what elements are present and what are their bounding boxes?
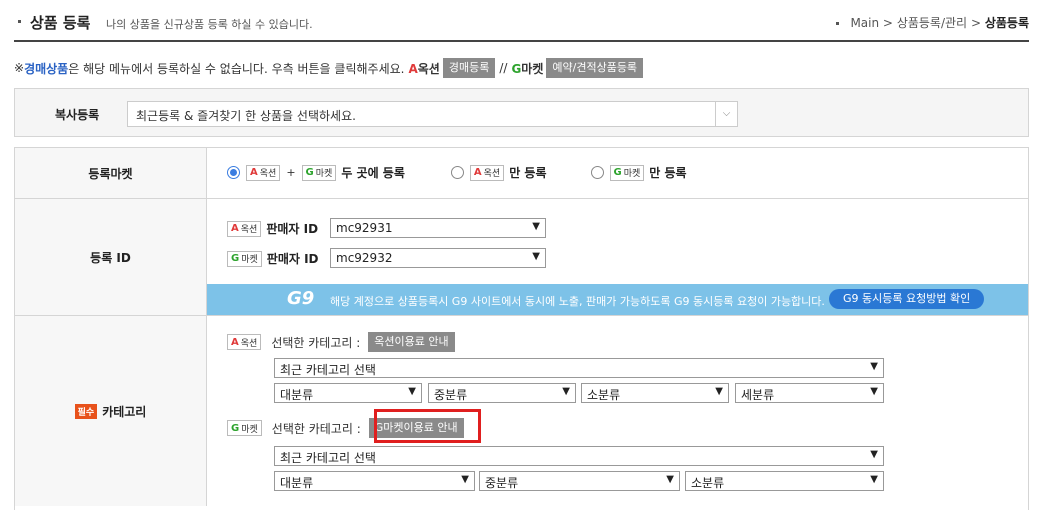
gmarket-seller-id-value: mc92932 xyxy=(336,251,393,265)
breadcrumb-registration[interactable]: 상품등록/관리 xyxy=(897,16,967,30)
highlight-box xyxy=(374,409,481,443)
copy-product-select[interactable]: 최근등록 & 즐겨찾기 한 상품을 선택하세요. ⌵ xyxy=(127,101,738,127)
auction-seller-id-select[interactable]: mc92931 ▼ xyxy=(330,218,546,238)
category-label: 카테고리 xyxy=(102,404,147,419)
breadcrumb-bullet-icon xyxy=(835,22,839,25)
chevron-down-icon: ▼ xyxy=(715,386,723,397)
copy-registration-label: 복사등록 xyxy=(55,108,100,122)
notice-prefix: ※ xyxy=(14,61,25,75)
notice-divider: // xyxy=(499,61,508,75)
auction-detail-category-select[interactable]: 세분류 ▼ xyxy=(735,383,884,403)
chevron-down-icon[interactable]: ⌵ xyxy=(715,102,737,126)
gmarket-logo-icon: G마켓 xyxy=(511,61,544,76)
chevron-down-icon: ▼ xyxy=(870,449,878,460)
gmarket-badge-icon: G 마켓 xyxy=(227,250,262,267)
product-form-table: 등록마켓 A 옥션 + G 마켓 두 곳에 등록 A 옥션 만 등록 G 마켓 만 등록… xyxy=(14,147,1029,510)
market-label: 등록마켓 xyxy=(88,166,133,181)
market-both-radio[interactable] xyxy=(227,166,240,179)
gmarket-small-category-value: 소분류 xyxy=(691,476,725,490)
market-both-label: 두 곳에 등록 xyxy=(341,166,405,180)
auction-selected-category-label: 선택한 카테고리 : xyxy=(271,335,361,350)
gmarket-recent-category-value: 최근 카테고리 선택 xyxy=(280,451,376,465)
chevron-down-icon: ▼ xyxy=(532,251,540,262)
gmarket-medium-category-select[interactable]: 중분류 ▼ xyxy=(479,471,680,491)
copy-registration-box: 복사등록 최근등록 & 즐겨찾기 한 상품을 선택하세요. ⌵ xyxy=(14,88,1029,137)
market-gmarket-only-radio[interactable] xyxy=(590,166,604,179)
gmarket-seller-id-label: 판매자 ID xyxy=(266,252,319,266)
gmarket-small-category-select[interactable]: 소분류 ▼ xyxy=(685,471,884,491)
auction-fee-guide-button[interactable]: 옥션이용료 안내 xyxy=(368,332,455,352)
required-badge: 필수 xyxy=(74,403,98,419)
market-auction-only-radio[interactable] xyxy=(450,166,464,179)
category-row-label: 필수 카테고리 xyxy=(15,316,207,506)
page-description: 나의 상품을 신규상품 등록 하실 수 있습니다. xyxy=(106,18,313,31)
g9-notice-text: 해당 계정으로 상품등록시 G9 사이트에서 동시에 노출, 판매가 가능하도록… xyxy=(330,295,825,308)
chevron-down-icon: ▼ xyxy=(532,221,540,232)
gmarket-selected-category-label: 선택한 카테고리 : xyxy=(271,421,361,436)
market-radio-group: A 옥션 + G 마켓 두 곳에 등록 A 옥션 만 등록 G 마켓 만 등록 xyxy=(227,164,687,181)
g9-logo-icon: G9 xyxy=(287,288,315,309)
gmarket-recent-category-select[interactable]: 최근 카테고리 선택 ▼ xyxy=(274,446,884,466)
title-bullet-icon xyxy=(18,20,21,23)
page-header: 상품 등록 나의 상품을 신규상품 등록 하실 수 있습니다. Main > 상… xyxy=(14,0,1029,42)
auction-large-category-value: 대분류 xyxy=(280,388,314,402)
auction-medium-category-select[interactable]: 중분류 ▼ xyxy=(428,383,576,403)
auction-recent-category-select[interactable]: 최근 카테고리 선택 ▼ xyxy=(274,358,884,378)
plus-sign: + xyxy=(286,166,296,179)
auction-large-category-select[interactable]: 대분류 ▼ xyxy=(274,383,422,403)
breadcrumb-separator: > xyxy=(882,16,893,30)
gmarket-large-category-value: 대분류 xyxy=(280,476,314,490)
reg-id-row-label: 등록 ID xyxy=(15,199,207,315)
gmarket-badge-icon: G 마켓 xyxy=(609,164,645,181)
auction-medium-category-value: 중분류 xyxy=(434,388,468,402)
gmarket-badge-icon: G 마켓 xyxy=(301,164,337,181)
auction-detail-category-value: 세분류 xyxy=(741,388,775,402)
gmarket-seller-id-select[interactable]: mc92932 ▼ xyxy=(330,248,546,268)
auction-register-button[interactable]: 경매등록 xyxy=(442,58,496,78)
breadcrumb: Main > 상품등록/관리 > 상품등록 xyxy=(835,14,1029,31)
auction-logo-icon: A옥션 xyxy=(408,61,440,76)
auction-seller-id-value: mc92931 xyxy=(336,221,393,235)
chevron-down-icon: ▼ xyxy=(870,361,878,372)
auction-seller-id-label: 판매자 ID xyxy=(266,222,319,236)
auction-badge-icon: A 옥션 xyxy=(227,334,262,350)
gmarket-badge-icon: G 마켓 xyxy=(227,420,262,436)
auction-recent-category-value: 최근 카테고리 선택 xyxy=(280,363,376,377)
auction-seller-row: A 옥션 판매자 ID xyxy=(227,220,318,237)
breadcrumb-separator: > xyxy=(970,16,981,30)
auction-badge-icon: A 옥션 xyxy=(227,220,262,237)
breadcrumb-main[interactable]: Main xyxy=(850,16,879,30)
g9-guide-button[interactable]: G9 동시등록 요청방법 확인 xyxy=(829,289,985,309)
gmarket-seller-row: G 마켓 판매자 ID xyxy=(227,250,319,267)
chevron-down-icon: ▼ xyxy=(870,386,878,397)
gmarket-large-category-select[interactable]: 대분류 ▼ xyxy=(274,471,475,491)
auction-small-category-select[interactable]: 소분류 ▼ xyxy=(581,383,729,403)
chevron-down-icon: ▼ xyxy=(562,386,570,397)
copy-product-select-value: 최근등록 & 즐겨찾기 한 상품을 선택하세요. xyxy=(136,109,356,123)
market-gmarket-only-label: 만 등록 xyxy=(649,166,687,180)
auction-badge-icon: A 옥션 xyxy=(469,164,505,181)
g9-notice-bar: G9 해당 계정으로 상품등록시 G9 사이트에서 동시에 노출, 판매가 가능… xyxy=(207,284,1028,315)
page-title: 상품 등록 xyxy=(30,14,91,32)
reservation-register-button[interactable]: 예약/견적상품등록 xyxy=(546,58,644,78)
gmarket-medium-category-value: 중분류 xyxy=(485,476,519,490)
auction-small-category-value: 소분류 xyxy=(587,388,621,402)
reg-id-label: 등록 ID xyxy=(90,250,131,265)
auction-notice: ※ 경매상품 은 해당 메뉴에서 등록하실 수 없습니다. 우측 버튼을 클릭해… xyxy=(14,58,644,78)
breadcrumb-current: 상품등록 xyxy=(984,16,1029,30)
auction-badge-icon: A 옥션 xyxy=(246,164,281,181)
chevron-down-icon: ▼ xyxy=(870,474,878,485)
notice-highlight: 경매상품 xyxy=(24,61,69,76)
notice-text: 은 해당 메뉴에서 등록하실 수 없습니다. 우측 버튼을 클릭해주세요. xyxy=(68,61,405,76)
chevron-down-icon: ▼ xyxy=(408,386,416,397)
market-row-label: 등록마켓 xyxy=(15,148,207,198)
chevron-down-icon: ▼ xyxy=(666,474,674,485)
auction-category-row: A 옥션 선택한 카테고리 : 옥션이용료 안내 xyxy=(227,332,455,352)
chevron-down-icon: ▼ xyxy=(461,474,469,485)
market-auction-only-label: 만 등록 xyxy=(509,166,547,180)
